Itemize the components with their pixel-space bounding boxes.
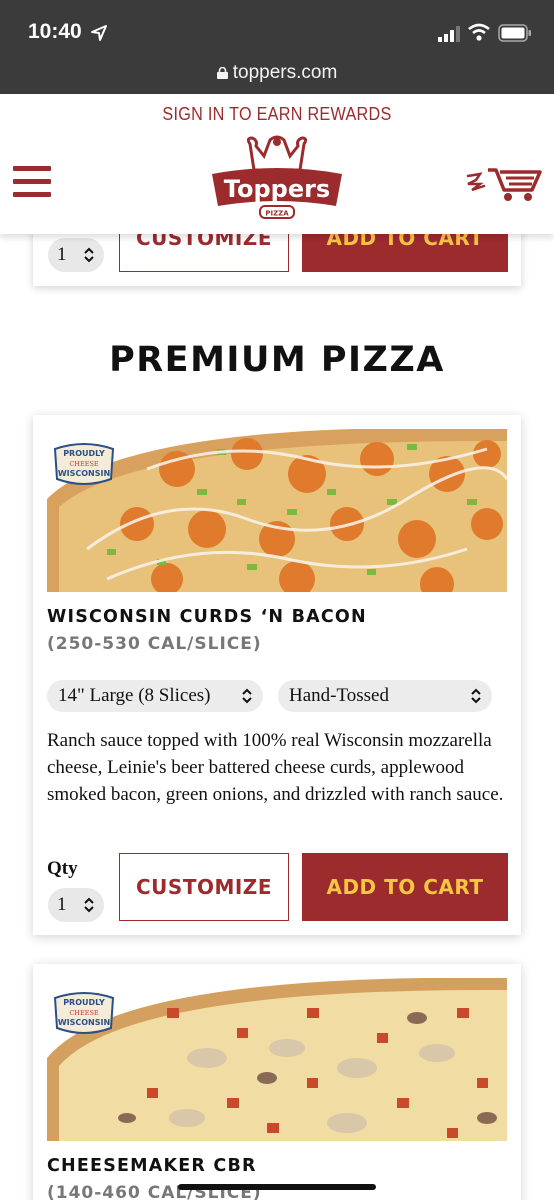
url-text: toppers.com bbox=[232, 62, 338, 83]
status-time: 10:40 bbox=[28, 20, 82, 43]
previous-qty-value: 1 bbox=[57, 244, 67, 265]
address-bar[interactable]: toppers.com bbox=[0, 62, 554, 84]
badge-line-1: PROUDLY bbox=[63, 449, 105, 458]
badge-line-1: PROUDLY bbox=[63, 998, 105, 1007]
product-name: WISCONSIN CURDS ‘N BACON bbox=[47, 607, 367, 627]
wisconsin-cheese-badge: PROUDLY CHEESE WISCONSIN bbox=[53, 992, 115, 1034]
badge-line-2: CHEESE bbox=[69, 1009, 99, 1017]
status-bar: 10:40 toppers.com bbox=[0, 0, 554, 94]
chevron-updown-icon bbox=[242, 688, 252, 704]
toppers-logo[interactable]: Toppers PIZZA bbox=[208, 134, 346, 224]
wifi-icon bbox=[468, 23, 490, 41]
logo-wordmark: Toppers bbox=[224, 175, 330, 203]
pizza-image[interactable] bbox=[47, 429, 507, 592]
qty-select[interactable]: 1 bbox=[48, 888, 104, 922]
signal-icon bbox=[438, 26, 460, 42]
product-description: Ranch sauce topped with 100% real Wiscon… bbox=[47, 730, 504, 805]
pizza-image[interactable] bbox=[47, 978, 507, 1141]
crust-select-value: Hand-Tossed bbox=[289, 685, 389, 706]
add-to-cart-label: ADD TO CART bbox=[326, 875, 484, 899]
size-select-value: 14" Large (8 Slices) bbox=[58, 685, 211, 706]
badge-line-2: CHEESE bbox=[69, 460, 99, 468]
location-arrow-icon bbox=[91, 25, 107, 41]
lock-icon bbox=[216, 67, 228, 79]
add-to-cart-button[interactable]: ADD TO CART bbox=[302, 853, 508, 921]
previous-qty-select[interactable]: 1 bbox=[48, 238, 104, 272]
sign-in-rewards-link[interactable]: SIGN IN TO EARN REWARDS bbox=[28, 104, 527, 125]
qty-value: 1 bbox=[57, 894, 67, 915]
customize-button[interactable]: CUSTOMIZE bbox=[119, 853, 289, 921]
product-name: CHEESEMAKER CBR bbox=[47, 1156, 257, 1176]
chevron-updown-icon bbox=[471, 688, 481, 704]
product-calories: (250-530 CAL/SLICE) bbox=[47, 634, 262, 654]
cart-icon[interactable] bbox=[466, 162, 542, 202]
badge-line-3: WISCONSIN bbox=[58, 469, 110, 478]
chevron-updown-icon bbox=[84, 897, 94, 913]
chevron-updown-icon bbox=[84, 247, 94, 263]
badge-line-3: WISCONSIN bbox=[58, 1018, 110, 1027]
qty-label: Qty bbox=[47, 858, 78, 879]
battery-icon bbox=[498, 24, 531, 42]
logo-subtext: PIZZA bbox=[265, 210, 289, 218]
section-title: PREMIUM PIZZA bbox=[109, 340, 445, 380]
wisconsin-cheese-badge: PROUDLY CHEESE WISCONSIN bbox=[53, 443, 115, 485]
product-card: PROUDLY CHEESE WISCONSIN CHEESEMAKER CBR… bbox=[33, 964, 521, 1200]
hamburger-menu-icon[interactable] bbox=[13, 166, 51, 200]
size-select[interactable]: 14" Large (8 Slices) bbox=[47, 680, 263, 712]
crust-select[interactable]: Hand-Tossed bbox=[278, 680, 492, 712]
home-indicator bbox=[178, 1184, 376, 1190]
customize-label: CUSTOMIZE bbox=[136, 875, 272, 899]
site-header: SIGN IN TO EARN REWARDS Toppers PIZZA bbox=[0, 94, 554, 234]
